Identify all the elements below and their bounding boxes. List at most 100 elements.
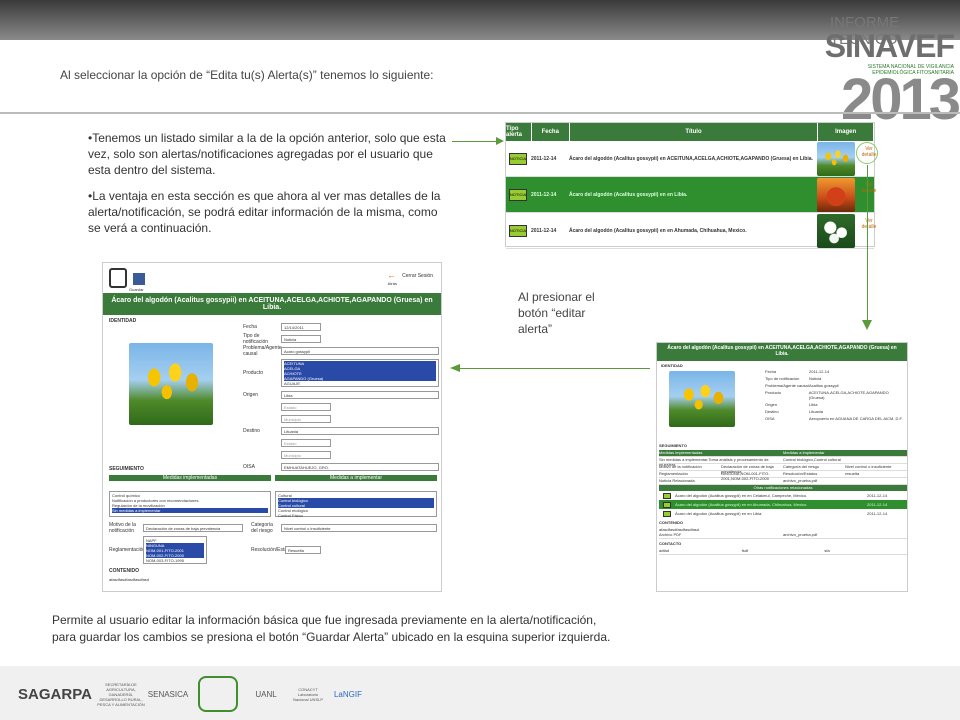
detail-content-heading: CONTENIDO — [659, 520, 683, 525]
date-input[interactable]: 12/14/2011 — [281, 323, 321, 331]
alert-date: 2011-12-14 — [531, 227, 557, 234]
alert-title[interactable]: Ácaro del algodón (Acalitus gossypii) en… — [569, 156, 817, 162]
view-detail-link-3[interactable]: Ver detalle — [860, 218, 878, 230]
view-detail-link-2[interactable]: Ver detalle — [860, 182, 878, 194]
col-type: Tipo alerta — [506, 123, 532, 141]
alert-title[interactable]: Ácaro del algodón (Acalitus gossypii) en… — [569, 228, 817, 234]
cell: Motivo de la notificación — [659, 464, 702, 469]
followup-row: Sin medidas a implementar.Toma análisis … — [659, 457, 907, 467]
alert-title[interactable]: Ácaro del algodón (Acalitus gossypii) en… — [569, 192, 817, 198]
back-arrow-icon[interactable]: ← — [387, 271, 397, 280]
cell[interactable]: archivo_prueba.pdf — [783, 478, 907, 484]
cell: Noticia Relacionada — [659, 478, 695, 483]
alert-row[interactable]: NOTICIA 2011-12-14 Ácaro del algodón (Ac… — [506, 213, 874, 249]
label: Archivo PDF — [659, 532, 682, 537]
brand-name: SINAVEF — [824, 28, 955, 64]
label: Origen — [765, 402, 778, 407]
agent-select[interactable]: Acaro gossypii — [281, 347, 439, 355]
related-row[interactable]: Ácaro del algodón (Acalitus gossypii) en… — [659, 491, 907, 500]
reg-label: Reglamentación — [109, 547, 146, 553]
bullet-2: •La ventaja en esta sección es que ahora… — [88, 189, 441, 235]
dest-label: Destino — [243, 428, 260, 434]
related-title[interactable]: Ácaro del algodón (Acalitus gossypii) en… — [675, 511, 867, 516]
option[interactable]: Control Físico — [278, 513, 434, 518]
value: ACEITUNA,ACELGA,ACHIOTE,AGAPANDO (Gruesa… — [808, 390, 889, 400]
type-label: Tipo de notificación — [243, 333, 269, 345]
arrow-left — [458, 368, 650, 369]
footer-logos: SAGARPA SECRETARÍA DE AGRICULTURA, GANAD… — [0, 666, 960, 720]
related-row-selected[interactable]: Ácaro del algodón (Acalitus gossypii) en… — [659, 500, 907, 509]
implemented-list[interactable]: Control químico Notificación a productor… — [109, 491, 271, 517]
reg-multiselect[interactable]: NAPF NINGUNA NOM-001-FITO-2001 NOM-002-F… — [143, 536, 207, 564]
option[interactable]: AGUAJE — [284, 381, 436, 386]
origin-municipality[interactable]: Municipio — [281, 415, 331, 423]
conacyt-logo: CONACYT Laboratorio Nacional UNSLP — [292, 686, 323, 702]
back-label[interactable]: Atrás — [388, 281, 397, 286]
alert-thumbnail — [817, 141, 855, 176]
content-text[interactable]: afasdfasdfasdfasdfasd — [109, 577, 437, 582]
edit-toolbar: Guardar Cerrar Sesión ← Atrás — [103, 263, 441, 293]
type-select[interactable]: Noticia — [281, 335, 321, 343]
detail-photo — [669, 371, 735, 427]
followup-section: SEGUIMIENTO Medidas implementadas Contro… — [109, 463, 437, 582]
arrowhead-icon — [496, 137, 504, 145]
origin-select[interactable]: Libia — [281, 391, 439, 399]
label: Producto — [765, 390, 782, 395]
field-row: Motivo de la notificación Declaración de… — [109, 521, 437, 535]
motive-label: Motivo de la notificación — [109, 522, 136, 534]
save-alert-icon[interactable] — [109, 268, 127, 288]
resolution-select[interactable]: Resuelta — [285, 546, 321, 554]
cell: Resolución/Estatus — [783, 471, 818, 476]
file-link[interactable]: archivo_prueba.pdf — [783, 532, 907, 538]
label: OISA — [765, 416, 775, 421]
identity-fields: Fecha 12/14/2011 Tipo de notificación No… — [243, 321, 439, 473]
motive-select[interactable]: Declaración de zonas de baja prevalencia — [143, 524, 243, 532]
related-title[interactable]: Ácaro del algodón (Acalitus gossypii) en… — [675, 493, 867, 498]
origin-state[interactable]: Estado — [281, 403, 331, 411]
edit-alert-highlight — [856, 142, 878, 164]
related-title[interactable]: Ácaro del algodón (Acalitus gossypii) en… — [675, 502, 867, 507]
to-implement-header: Medidas a implementar — [275, 475, 437, 481]
bullet-1: •Tenemos un listado similar a la de la o… — [88, 131, 446, 177]
dest-select[interactable]: Lituania — [281, 427, 439, 435]
field-row: Municipio — [243, 413, 439, 425]
alert-row-selected[interactable]: NOTICIA 2011-12-14 Ácaro del algodón (Ac… — [506, 177, 874, 213]
dest-state[interactable]: Estado — [281, 439, 331, 447]
edit-form-screenshot: Guardar Cerrar Sesión ← Atrás Ácaro del … — [102, 262, 442, 592]
senasica-logo: SENASICA — [147, 689, 189, 699]
divider — [0, 112, 960, 114]
col-date: Fecha — [532, 123, 570, 141]
related-row[interactable]: Ácaro del algodón (Acalitus gossypii) en… — [659, 509, 907, 518]
risk-select[interactable]: Nivel control o insuficiente — [281, 524, 437, 532]
contact: adfad — [659, 548, 670, 553]
cell: resuelta — [845, 471, 860, 476]
detail-row: Problema/Agente causal Acalitus gossypii — [765, 383, 905, 390]
alert-date: 2011-12-14 — [531, 191, 557, 198]
detail-row: OISA Aeropuerto en AGUANA DE CARGA DEL AI… — [765, 416, 905, 428]
label: Tipo de notificación — [765, 376, 800, 381]
option[interactable]: Sin medidas a implementar — [112, 508, 268, 513]
alert-row[interactable]: NOTICIA 2011-12-14 Ácaro del algodón (Ac… — [506, 141, 874, 177]
value: Acalitus gossypii — [809, 383, 839, 388]
save-label[interactable]: Guardar — [129, 287, 144, 292]
detail-contact-heading: CONTACTO — [659, 541, 682, 546]
value: Noticia — [809, 376, 822, 381]
product-multiselect[interactable]: ACEITUNA ACELGA ACHIOTE AGAPANDO (Gruesa… — [281, 359, 439, 387]
implemented-header: Medidas implementadas — [109, 475, 271, 481]
label: Problema/Agente causal — [765, 383, 809, 388]
document-icon[interactable] — [133, 273, 145, 285]
arrowhead-icon — [450, 364, 460, 372]
dest-municipality[interactable]: Municipio — [281, 451, 331, 459]
to-implement-list[interactable]: Cultural Control biológico Control cultu… — [275, 491, 437, 518]
file-row: Archivo PDF archivo_prueba.pdf — [659, 532, 907, 539]
field-row: Municipio — [243, 449, 439, 461]
detail-row: Destino Lituania — [765, 409, 905, 416]
option[interactable]: NOM-003-FITO-1995 — [146, 558, 204, 563]
sagarpa-subtitle: SECRETARÍA DE AGRICULTURA, GANADERÍA, DE… — [97, 681, 145, 707]
detail-followup: SEGUIMIENTO Medidas implementadas Medidas… — [659, 441, 907, 555]
logout-link[interactable]: Cerrar Sesión — [402, 273, 433, 279]
followup-head: Medidas implementadas Medidas a implement… — [659, 450, 907, 457]
detail-followup-heading: SEGUIMIENTO — [659, 443, 687, 448]
content-heading: CONTENIDO — [109, 568, 139, 574]
detail-title: Ácaro del algodón (Acalitus gossypii) en… — [657, 343, 907, 361]
